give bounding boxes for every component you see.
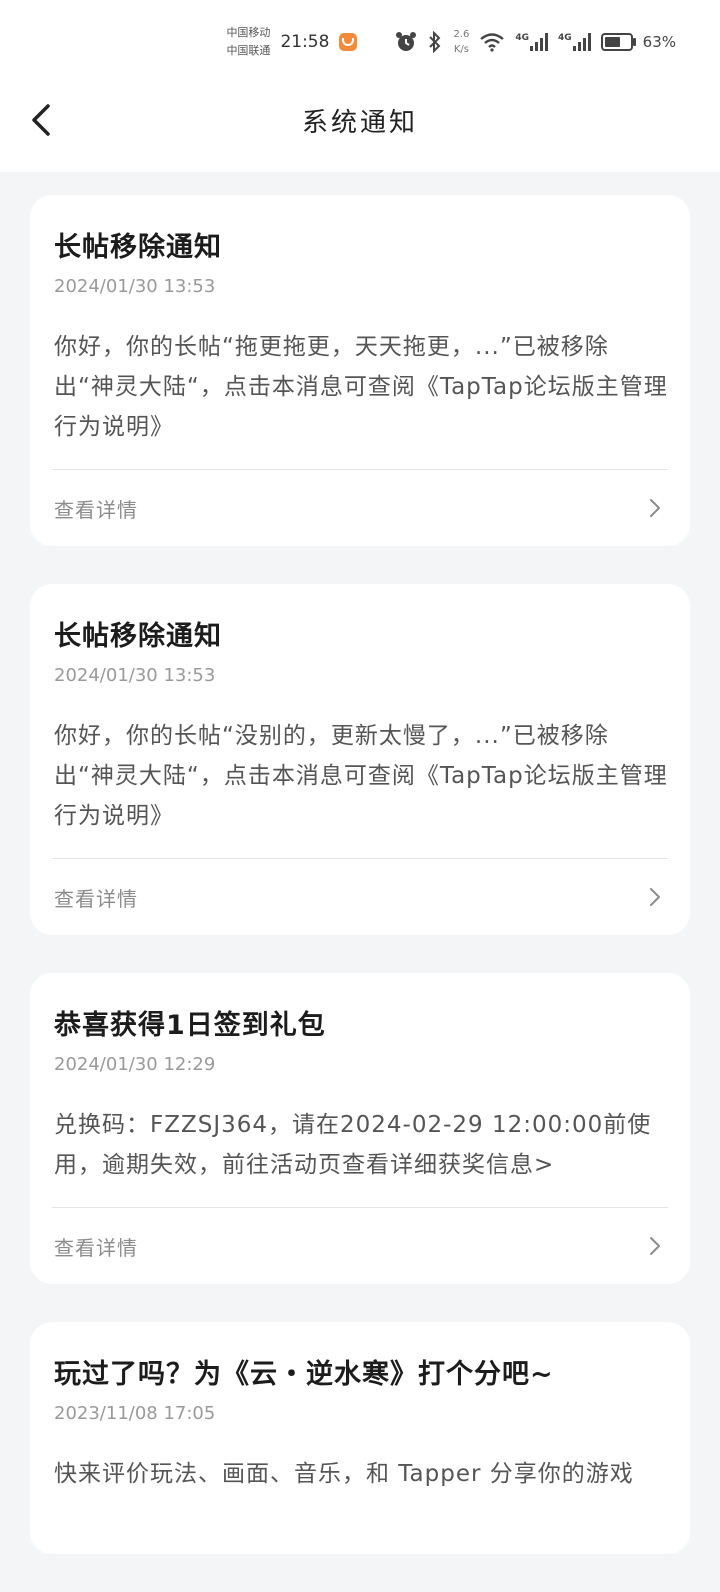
notification-time: 2024/01/30 12:29 [54, 1054, 216, 1075]
notification-body: 快来评价玩法、画面、音乐，和 Tapper 分享你的游戏 [54, 1461, 634, 1487]
carrier-labels: 中国移动 中国联通 [226, 24, 270, 60]
notification-time: 2024/01/30 13:53 [54, 276, 216, 297]
view-details-button[interactable]: 查看详情 [52, 1207, 668, 1284]
alarm-icon [396, 32, 417, 51]
view-details-label: 查看详情 [54, 886, 138, 911]
carrier-2: 中国联通 [226, 44, 271, 57]
network-type-2: 4G [558, 33, 572, 43]
battery-icon [600, 33, 636, 51]
notification-card[interactable]: 恭喜获得1日签到礼包 2024/01/30 12:29 兑换码：FZZSJ364，请… [30, 973, 690, 1284]
speed-unit: K/s [453, 44, 469, 55]
signal-bars-1-icon [530, 33, 548, 51]
chevron-right-icon [650, 1237, 660, 1255]
notification-card[interactable]: 长帖移除通知 2024/01/30 13:53 你好，你的长帖“拖更拖更，天天拖更，… [30, 195, 690, 546]
status-bar: 中国移动 中国联通 21:58 2.6 K/s 4G 4G 63% [226, 22, 676, 62]
view-details-label: 查看详情 [54, 497, 138, 522]
battery-percent: 63% [642, 33, 676, 51]
signal-2: 4G [558, 33, 591, 51]
notification-card[interactable]: 长帖移除通知 2024/01/30 13:53 你好，你的长帖“没别的，更新太慢了，… [30, 584, 690, 935]
view-details-button[interactable]: 查看详情 [52, 858, 668, 935]
notification-card[interactable]: 玩过了吗？为《云・逆水寒》打个分吧~ 2023/11/08 17:05 快来评价玩法… [30, 1322, 690, 1554]
notification-title: 长帖移除通知 [54, 621, 222, 652]
notification-body: 兑换码：FZZSJ364，请在2024-02-29 12:00:00前使用，逾期… [54, 1112, 652, 1178]
notification-list: 长帖移除通知 2024/01/30 13:53 你好，你的长帖“拖更拖更，天天拖更，… [30, 195, 690, 1592]
bluetooth-icon [429, 31, 441, 53]
notification-title: 玩过了吗？为《云・逆水寒》打个分吧~ [54, 1359, 554, 1390]
carrier-1: 中国移动 [226, 26, 271, 39]
notification-body: 你好，你的长帖“拖更拖更，天天拖更，...”已被移除出“神灵大陆“，点击本消息可… [54, 334, 668, 440]
notification-time: 2024/01/30 13:53 [54, 665, 216, 686]
notification-body: 你好，你的长帖“没别的，更新太慢了，...”已被移除出“神灵大陆“，点击本消息可… [54, 723, 668, 829]
battery-fill [604, 37, 620, 47]
notification-time: 2023/11/08 17:05 [54, 1403, 216, 1424]
signal-bars-2-icon [572, 33, 591, 51]
app-notification-icon [339, 33, 358, 51]
status-time: 21:58 [280, 32, 330, 52]
view-details-label: 查看详情 [54, 1235, 138, 1260]
network-type-1: 4G [515, 33, 529, 43]
notification-title: 长帖移除通知 [54, 232, 222, 263]
wifi-icon [480, 33, 505, 52]
network-speed: 2.6 K/s [453, 27, 469, 57]
top-bar: 中国移动 中国联通 21:58 2.6 K/s 4G 4G 63% 系统通知 [0, 0, 720, 172]
signal-1: 4G [515, 33, 548, 51]
notification-title: 恭喜获得1日签到礼包 [54, 1010, 326, 1041]
chevron-right-icon [650, 499, 660, 517]
chevron-right-icon [650, 888, 660, 906]
page-title: 系统通知 [301, 108, 418, 138]
view-details-button[interactable]: 查看详情 [52, 469, 668, 546]
speed-value: 2.6 [453, 29, 470, 40]
